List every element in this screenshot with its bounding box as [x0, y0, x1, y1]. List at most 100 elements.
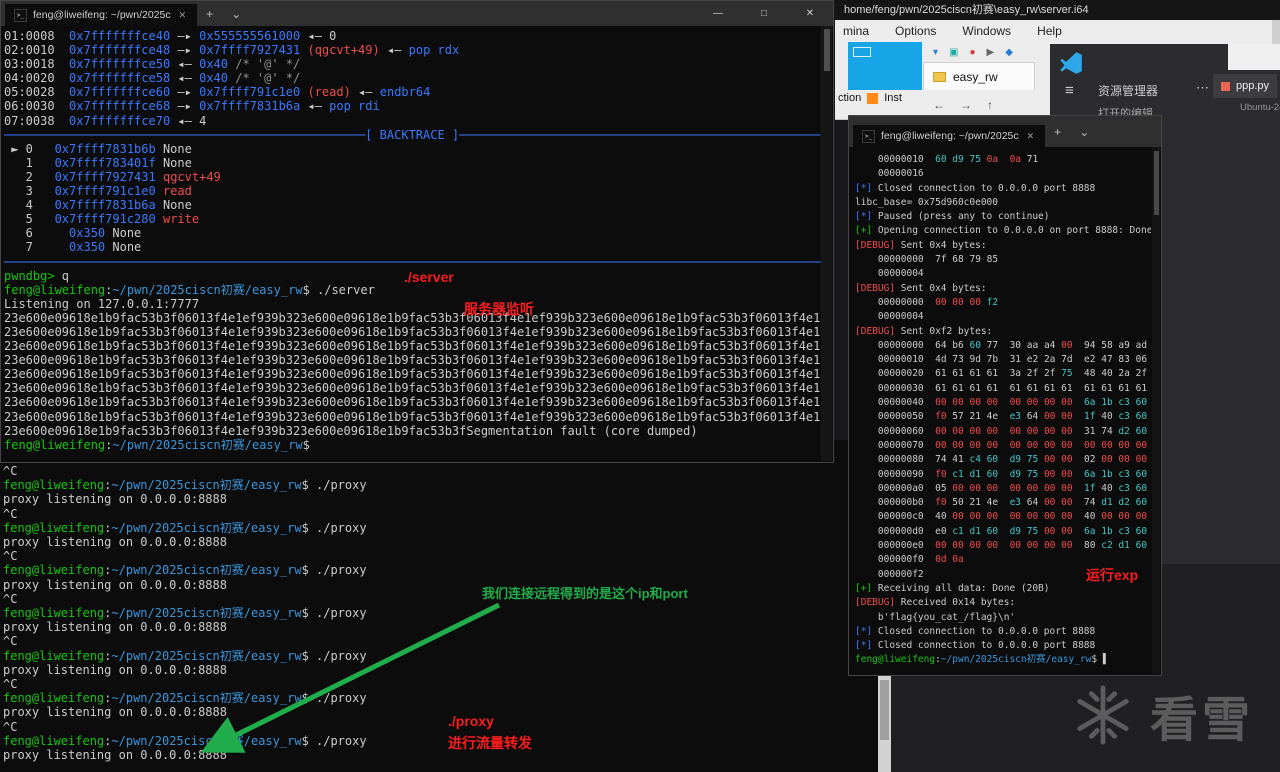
- text-segment: 79: [969, 254, 980, 265]
- terminal-output[interactable]: 01:0008 0x7fffffffce40 —▸ 0x555555561000…: [1, 26, 821, 461]
- ida-menu-item[interactable]: Help: [1037, 24, 1062, 38]
- terminal-line: 7 0x350 None: [4, 240, 821, 254]
- terminal-output[interactable]: 00000010 60 d9 75 0a 0a 71 00000016[*] C…: [849, 147, 1151, 674]
- text-segment: [1147, 511, 1151, 522]
- new-tab-button[interactable]: +: [1054, 125, 1061, 139]
- text-segment: [855, 354, 878, 365]
- maximize-button[interactable]: □: [741, 1, 787, 26]
- text-segment: [1147, 440, 1151, 451]
- scrollbar-thumb[interactable]: [824, 29, 830, 71]
- terminal-preview-tile[interactable]: [848, 42, 922, 90]
- terminal-output[interactable]: ^Cfeng@liweifeng:~/pwn/2025ciscn初赛/easy_…: [0, 440, 878, 772]
- text-segment: Received 0x14 bytes:: [895, 597, 1015, 608]
- text-segment: 00: [1027, 426, 1038, 437]
- minimize-button[interactable]: —: [695, 1, 741, 26]
- text-segment: 0x7ffff7831b6a: [55, 198, 156, 212]
- menu-hamburger-icon[interactable]: ≡: [1065, 82, 1074, 99]
- toolbar-icon[interactable]: ▶: [987, 47, 995, 58]
- tab-dropdown-icon[interactable]: ⌄: [231, 7, 241, 21]
- text-segment: 1f: [1084, 411, 1095, 422]
- text-segment: $ ./proxy: [302, 734, 367, 748]
- text-segment: 00: [1027, 511, 1038, 522]
- text-segment: [998, 540, 1009, 551]
- terminal-line: 00000080 74 41 c4 60 d9 75 00 00 02 00 0…: [855, 453, 1151, 467]
- watermark-text: 看雪: [1150, 680, 1254, 750]
- ida-menu-item[interactable]: Options: [895, 24, 936, 38]
- text-segment: 00: [1010, 483, 1021, 494]
- ida-menu-item[interactable]: Windows: [962, 24, 1011, 38]
- text-segment: 00: [952, 540, 963, 551]
- ida-tab-easy-rw[interactable]: easy_rw: [923, 62, 1035, 90]
- text-segment: 00: [1027, 397, 1038, 408]
- text-segment: 75: [1027, 526, 1038, 537]
- terminal-tab[interactable]: >_ feng@liweifeng: ~/pwn/2025c ✕: [5, 4, 197, 26]
- toolbar-icon[interactable]: ●: [969, 47, 975, 58]
- text-segment: [855, 440, 878, 451]
- text-segment: c1: [952, 526, 963, 537]
- tab-dropdown-icon[interactable]: ⌄: [1079, 125, 1089, 139]
- title-bar[interactable]: >_ feng@liweifeng: ~/pwn/2025c ✕ + ⌄ — □…: [1, 1, 833, 26]
- toolbar-icon[interactable]: ▣: [949, 47, 958, 58]
- title-bar[interactable]: >_ feng@liweifeng: ~/pwn/2025c ✕ + ⌄: [849, 116, 1161, 147]
- text-segment: feng@liweifeng: [3, 478, 104, 492]
- text-segment: 5: [4, 212, 55, 226]
- terminal-line: 23e600e09618e1b9fac53b3f06013f4e1ef939b3…: [4, 353, 821, 367]
- text-segment: feng@liweifeng: [855, 654, 935, 665]
- close-button[interactable]: ✕: [787, 1, 833, 26]
- text-segment: 1: [4, 156, 55, 170]
- tab-close-icon[interactable]: ✕: [1025, 131, 1037, 142]
- terminal-line: 00000060 00 00 00 00 00 00 00 00 31 74 d…: [855, 425, 1151, 439]
- text-segment: [998, 154, 1009, 165]
- text-segment: [DEBUG]: [855, 597, 895, 608]
- scrollbar-thumb[interactable]: [880, 680, 889, 740]
- new-tab-button[interactable]: +: [206, 7, 213, 21]
- text-segment: 60: [1136, 526, 1147, 537]
- text-segment: qgcvt+49: [163, 170, 221, 184]
- text-segment: 07:0038: [4, 114, 69, 128]
- text-segment: 40: [1084, 511, 1095, 522]
- text-segment: 31: [1084, 426, 1095, 437]
- text-segment: 0x7ffff7927431: [55, 170, 156, 184]
- more-actions-icon[interactable]: ⋯: [1196, 80, 1209, 96]
- ida-tab-label: easy_rw: [953, 70, 998, 84]
- text-segment: f0: [935, 411, 946, 422]
- terminal-tab[interactable]: >_ feng@liweifeng: ~/pwn/2025c ✕: [853, 125, 1045, 147]
- tab-close-icon[interactable]: ✕: [177, 10, 189, 21]
- terminal-line: 00000070 00 00 00 00 00 00 00 00 00 00 0…: [855, 439, 1151, 453]
- text-segment: 00: [1044, 469, 1055, 480]
- text-segment: 30: [1010, 340, 1021, 351]
- ida-toolbar: ▾ ▣ ● ▶ ◆: [933, 47, 1013, 58]
- text-segment: 40: [1101, 368, 1112, 379]
- text-segment: [156, 170, 163, 184]
- text-segment: 000000b0: [878, 497, 924, 508]
- text-segment: 00000020: [878, 368, 924, 379]
- text-segment: [1073, 354, 1084, 365]
- text-segment: 00: [1010, 540, 1021, 551]
- text-segment: 0x7fffffffce68: [69, 99, 170, 113]
- terminal-scrollbar[interactable]: [1152, 147, 1160, 674]
- text-segment: Sent 0xf2 bytes:: [895, 326, 992, 337]
- text-segment: 64: [935, 340, 946, 351]
- ida-menu-item[interactable]: mina: [843, 24, 869, 38]
- text-segment: 48: [1084, 368, 1095, 379]
- forward-arrow-icon[interactable]: →: [960, 98, 972, 112]
- terminal-line: 02:0010 0x7fffffffce48 —▸ 0x7ffff7927431…: [4, 43, 821, 57]
- text-segment: 23e600e09618e1b9fac53b3f06013f4e1ef939b3…: [4, 367, 821, 381]
- terminal-line: 03:0018 0x7fffffffce50 ◂— 0x40 /* '@' */: [4, 57, 821, 71]
- scrollbar-thumb[interactable]: [1154, 151, 1159, 215]
- terminal-scrollbar[interactable]: [821, 26, 832, 461]
- toolbar-icon[interactable]: ◆: [1005, 47, 1013, 58]
- text-segment: 00: [1101, 440, 1112, 451]
- up-arrow-icon[interactable]: ↑: [987, 98, 993, 112]
- text-segment: [924, 354, 935, 365]
- text-segment: 000000f2: [878, 569, 924, 580]
- text-segment: Closed connection to 0.0.0.0 port 8888: [872, 640, 1095, 651]
- text-segment: [998, 497, 1009, 508]
- text-segment: ◂—: [351, 85, 380, 99]
- back-arrow-icon[interactable]: ←: [933, 98, 945, 112]
- toolbar-icon[interactable]: ▾: [933, 47, 938, 58]
- text-segment: 75: [969, 154, 980, 165]
- terminal-line: feng@liweifeng:~/pwn/2025ciscn初赛/easy_rw…: [3, 691, 878, 705]
- text-segment: [1073, 497, 1084, 508]
- editor-tab-ppp-py[interactable]: ppp.py: [1213, 74, 1277, 98]
